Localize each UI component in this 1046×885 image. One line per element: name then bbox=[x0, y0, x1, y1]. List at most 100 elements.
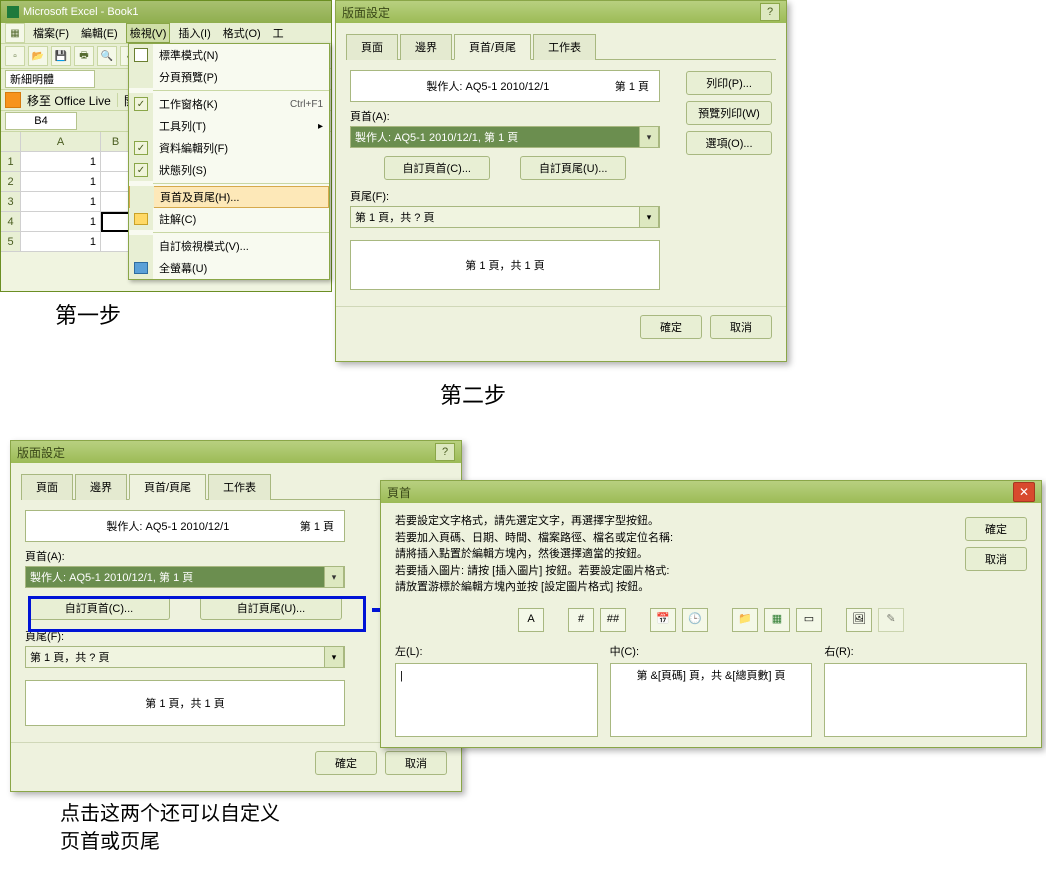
center-section-textarea[interactable]: 第 &[頁碼] 頁，共 &[總頁數] 頁 bbox=[610, 663, 813, 737]
submenu-arrow-icon: ▸ bbox=[318, 121, 323, 132]
help-text-3b: 請放置游標於編輯方塊內並按 [設定圖片格式] 按鈕。 bbox=[395, 579, 1027, 596]
left-section-textarea[interactable]: | bbox=[395, 663, 598, 737]
cell-b3[interactable] bbox=[101, 192, 131, 212]
footer-preview: 第 1 頁，共 1 頁 bbox=[25, 680, 345, 726]
new-icon[interactable]: ▫ bbox=[5, 46, 25, 66]
menu-item-custom-views[interactable]: 自訂檢視模式(V)... bbox=[129, 235, 329, 257]
office-live-label[interactable]: 移至 Office Live bbox=[27, 92, 111, 109]
insert-picture-icon[interactable]: 🖼 bbox=[846, 608, 872, 632]
header-dropdown[interactable]: 製作人: AQ5-1 2010/12/1, 第 1 頁 ▾ bbox=[25, 566, 345, 588]
menu-item-status-bar[interactable]: ✓狀態列(S) bbox=[129, 159, 329, 181]
format-picture-icon[interactable]: ✎ bbox=[878, 608, 904, 632]
tab-sheet[interactable]: 工作表 bbox=[533, 34, 596, 60]
dropdown-arrow-icon[interactable]: ▾ bbox=[324, 646, 344, 668]
header-dialog-title: 頁首 bbox=[387, 484, 411, 501]
tab-name-icon[interactable]: ▭ bbox=[796, 608, 822, 632]
excel-logo-icon[interactable]: ▦ bbox=[5, 23, 25, 43]
cell-a5[interactable]: 1 bbox=[21, 232, 101, 252]
menu-item-page-break-preview[interactable]: 分頁預覽(P) bbox=[129, 66, 329, 88]
time-icon[interactable]: 🕒 bbox=[682, 608, 708, 632]
col-header-b[interactable]: B bbox=[101, 132, 131, 152]
menu-item-comments[interactable]: 註解(C) bbox=[129, 208, 329, 230]
col-header-a[interactable]: A bbox=[21, 132, 101, 152]
menu-item-full-screen[interactable]: 全螢幕(U) bbox=[129, 257, 329, 279]
close-button[interactable]: ✕ bbox=[1013, 482, 1035, 502]
fullscreen-icon bbox=[134, 262, 148, 274]
step1-label: 第一步 bbox=[55, 298, 121, 330]
cell-a1[interactable]: 1 bbox=[21, 152, 101, 172]
menu-insert[interactable]: 插入(I) bbox=[174, 23, 214, 43]
menu-separator bbox=[153, 90, 329, 91]
cancel-button[interactable]: 取消 bbox=[965, 547, 1027, 571]
menu-file[interactable]: 檔案(F) bbox=[29, 23, 73, 43]
help-button[interactable]: ? bbox=[435, 443, 455, 461]
cell-b5[interactable] bbox=[101, 232, 131, 252]
menu-item-task-pane[interactable]: ✓工作窗格(K)Ctrl+F1 bbox=[129, 93, 329, 115]
row-header-3[interactable]: 3 bbox=[1, 192, 21, 212]
custom-footer-button[interactable]: 自訂頁尾(U)... bbox=[520, 156, 626, 180]
font-name-dropdown[interactable]: 新細明體 bbox=[5, 70, 95, 88]
tab-page[interactable]: 頁面 bbox=[21, 474, 73, 500]
help-button[interactable]: ? bbox=[760, 3, 780, 21]
menu-edit[interactable]: 編輯(E) bbox=[77, 23, 122, 43]
cell-a3[interactable]: 1 bbox=[21, 192, 101, 212]
right-section-textarea[interactable] bbox=[824, 663, 1027, 737]
name-box[interactable]: B4 bbox=[5, 112, 77, 130]
ok-button[interactable]: 確定 bbox=[315, 751, 377, 775]
corner-header[interactable] bbox=[1, 132, 21, 152]
menu-item-toolbars[interactable]: 工具列(T)▸ bbox=[129, 115, 329, 137]
step2-label: 第二步 bbox=[440, 378, 506, 410]
menu-separator bbox=[153, 232, 329, 233]
cancel-button[interactable]: 取消 bbox=[385, 751, 447, 775]
file-name-icon[interactable]: ▦ bbox=[764, 608, 790, 632]
tab-page[interactable]: 頁面 bbox=[346, 34, 398, 60]
cell-b4-selected[interactable] bbox=[101, 212, 131, 232]
tab-margins[interactable]: 邊界 bbox=[400, 34, 452, 60]
custom-header-button[interactable]: 自訂頁首(C)... bbox=[384, 156, 490, 180]
file-path-icon[interactable]: 📁 bbox=[732, 608, 758, 632]
tab-header-footer[interactable]: 頁首/頁尾 bbox=[454, 34, 531, 60]
dialog-footer: 確定 取消 bbox=[336, 306, 786, 347]
dialog-titlebar: 版面設定 ? bbox=[11, 441, 461, 463]
dropdown-arrow-icon[interactable]: ▾ bbox=[639, 126, 659, 148]
row-header-1[interactable]: 1 bbox=[1, 152, 21, 172]
footer-dropdown[interactable]: 第 1 頁，共 ? 頁 ▾ bbox=[350, 206, 660, 228]
dropdown-arrow-icon[interactable]: ▾ bbox=[639, 206, 659, 228]
tab-sheet[interactable]: 工作表 bbox=[208, 474, 271, 500]
print-icon[interactable]: 🖶 bbox=[74, 46, 94, 66]
menu-item-formula-bar[interactable]: ✓資料編輯列(F) bbox=[129, 137, 329, 159]
menu-format[interactable]: 格式(O) bbox=[219, 23, 265, 43]
print-preview-button[interactable]: 預覽列印(W) bbox=[686, 101, 772, 125]
row-header-4[interactable]: 4 bbox=[1, 212, 21, 232]
menu-item-normal[interactable]: 標準模式(N) bbox=[129, 44, 329, 66]
cell-b1[interactable] bbox=[101, 152, 131, 172]
ok-button[interactable]: 確定 bbox=[640, 315, 702, 339]
menu-tools[interactable]: 工 bbox=[269, 23, 288, 43]
open-icon[interactable]: 📂 bbox=[28, 46, 48, 66]
dropdown-arrow-icon[interactable]: ▾ bbox=[324, 566, 344, 588]
header-dropdown[interactable]: 製作人: AQ5-1 2010/12/1, 第 1 頁 ▾ bbox=[350, 126, 660, 148]
menu-view[interactable]: 檢視(V) bbox=[126, 23, 171, 43]
save-icon[interactable]: 💾 bbox=[51, 46, 71, 66]
preview-icon[interactable]: 🔍 bbox=[97, 46, 117, 66]
footer-dropdown[interactable]: 第 1 頁，共 ? 頁 ▾ bbox=[25, 646, 345, 668]
row-header-5[interactable]: 5 bbox=[1, 232, 21, 252]
print-button[interactable]: 列印(P)... bbox=[686, 71, 772, 95]
center-section-label: 中(C): bbox=[610, 644, 813, 661]
cell-a2[interactable]: 1 bbox=[21, 172, 101, 192]
cell-b2[interactable] bbox=[101, 172, 131, 192]
tab-header-footer[interactable]: 頁首/頁尾 bbox=[129, 474, 206, 500]
options-button[interactable]: 選項(O)... bbox=[686, 131, 772, 155]
ok-button[interactable]: 確定 bbox=[965, 517, 1027, 541]
page-number-icon[interactable]: # bbox=[568, 608, 594, 632]
date-icon[interactable]: 📅 bbox=[650, 608, 676, 632]
header-format-icons: A # ## 📅 🕒 📁 ▦ ▭ 🖼 ✎ bbox=[395, 608, 1027, 632]
cancel-button[interactable]: 取消 bbox=[710, 315, 772, 339]
font-format-icon[interactable]: A bbox=[518, 608, 544, 632]
total-pages-icon[interactable]: ## bbox=[600, 608, 626, 632]
menu-item-header-footer[interactable]: 頁首及頁尾(H)... bbox=[129, 186, 329, 208]
dialog-title: 版面設定 bbox=[17, 444, 65, 461]
cell-a4[interactable]: 1 bbox=[21, 212, 101, 232]
tab-margins[interactable]: 邊界 bbox=[75, 474, 127, 500]
row-header-2[interactable]: 2 bbox=[1, 172, 21, 192]
